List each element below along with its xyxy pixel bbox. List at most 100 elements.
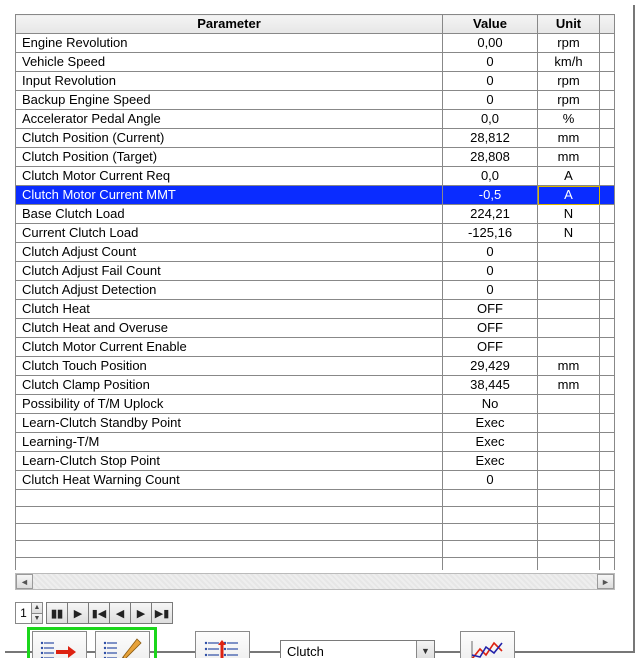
table-row[interactable]: Input Revolution0rpm (16, 72, 615, 91)
table-row[interactable]: Clutch Heat and OveruseOFF (16, 319, 615, 338)
data-table[interactable]: Parameter Value Unit Engine Revolution0,… (15, 14, 615, 570)
table-row[interactable]: Engine Revolution0,00rpm (16, 34, 615, 53)
table-row[interactable]: Vehicle Speed0km/h (16, 53, 615, 72)
table-row[interactable]: Clutch Motor Current MMT-0,5A (16, 186, 615, 205)
cell-unit (538, 395, 600, 414)
cell-value: 0 (443, 91, 538, 110)
col-parameter[interactable]: Parameter (16, 15, 443, 34)
graph-icon (468, 637, 508, 658)
table-row[interactable]: Clutch HeatOFF (16, 300, 615, 319)
scroll-right-button[interactable]: ► (597, 574, 614, 589)
table-row[interactable]: Clutch Clamp Position38,445mm (16, 376, 615, 395)
next-button[interactable]: ▶ (130, 602, 152, 624)
table-row[interactable]: Backup Engine Speed0rpm (16, 91, 615, 110)
chevron-down-icon[interactable]: ▼ (416, 641, 434, 658)
cell-parameter: Clutch Position (Current) (16, 129, 443, 148)
edit-list-button[interactable] (95, 631, 150, 658)
cell-value: 0 (443, 262, 538, 281)
cell-pad (600, 53, 615, 72)
table-header-row[interactable]: Parameter Value Unit (16, 15, 615, 34)
cell-unit (538, 524, 600, 541)
cell-unit: N (538, 224, 600, 243)
cell-value: 29,429 (443, 357, 538, 376)
table-row[interactable] (16, 558, 615, 571)
table-row[interactable] (16, 507, 615, 524)
table-row[interactable]: Clutch Touch Position29,429mm (16, 357, 615, 376)
cell-unit: rpm (538, 72, 600, 91)
cell-value: Exec (443, 414, 538, 433)
cell-value: OFF (443, 300, 538, 319)
cell-parameter: Learn-Clutch Standby Point (16, 414, 443, 433)
combo-value: Clutch (281, 644, 416, 658)
table-row[interactable]: Clutch Motor Current EnableOFF (16, 338, 615, 357)
table-row[interactable]: Learn-Clutch Standby PointExec (16, 414, 615, 433)
table-row[interactable]: Clutch Position (Target)28,808mm (16, 148, 615, 167)
cell-unit (538, 414, 600, 433)
table-row[interactable]: Clutch Adjust Detection0 (16, 281, 615, 300)
cell-pad (600, 300, 615, 319)
cell-parameter: Clutch Position (Target) (16, 148, 443, 167)
scroll-track[interactable] (33, 574, 597, 589)
cell-unit: rpm (538, 91, 600, 110)
reorder-list-button[interactable] (195, 631, 250, 658)
cell-value: 0 (443, 53, 538, 72)
cell-value (443, 558, 538, 571)
cell-value: No (443, 395, 538, 414)
frame-down-button[interactable]: ▼ (31, 614, 42, 624)
cell-unit: mm (538, 357, 600, 376)
cell-unit (538, 433, 600, 452)
cell-unit (538, 490, 600, 507)
table-row[interactable]: Possibility of T/M UplockNo (16, 395, 615, 414)
cell-parameter: Learn-Clutch Stop Point (16, 452, 443, 471)
scroll-left-button[interactable]: ◄ (16, 574, 33, 589)
table-row[interactable]: Clutch Adjust Fail Count0 (16, 262, 615, 281)
table-row[interactable] (16, 541, 615, 558)
table-row[interactable]: Clutch Adjust Count0 (16, 243, 615, 262)
cell-unit (538, 507, 600, 524)
cell-value: 28,812 (443, 129, 538, 148)
cell-pad (600, 319, 615, 338)
list-pencil-icon (103, 637, 143, 658)
table-row[interactable] (16, 524, 615, 541)
cell-value (443, 490, 538, 507)
prev-button[interactable]: ◀ (109, 602, 131, 624)
cell-value: Exec (443, 433, 538, 452)
horizontal-scrollbar[interactable]: ◄ ► (15, 573, 615, 590)
cell-value: 0 (443, 471, 538, 490)
cell-parameter: Clutch Clamp Position (16, 376, 443, 395)
table-row[interactable]: Accelerator Pedal Angle0,0% (16, 110, 615, 129)
table-row[interactable]: Learn-Clutch Stop PointExec (16, 452, 615, 471)
col-unit[interactable]: Unit (538, 15, 600, 34)
cell-pad (600, 471, 615, 490)
table-row[interactable]: Clutch Position (Current)28,812mm (16, 129, 615, 148)
play-button[interactable]: ▶ (67, 602, 89, 624)
new-list-button[interactable] (32, 631, 87, 658)
cell-pad (600, 414, 615, 433)
table-row[interactable]: Base Clutch Load224,21N (16, 205, 615, 224)
cell-value: 0 (443, 72, 538, 91)
cell-value: 224,21 (443, 205, 538, 224)
cell-value (443, 541, 538, 558)
col-value[interactable]: Value (443, 15, 538, 34)
table-row[interactable]: Clutch Heat Warning Count0 (16, 471, 615, 490)
first-button[interactable]: ▮◀ (88, 602, 110, 624)
cell-value (443, 524, 538, 541)
frame-up-button[interactable]: ▲ (31, 603, 42, 614)
category-combo[interactable]: Clutch ▼ (280, 640, 435, 658)
pause-button[interactable]: ▮▮ (46, 602, 68, 624)
frame-stepper[interactable]: 1 ▲ ▼ (15, 602, 43, 624)
cell-pad (600, 338, 615, 357)
table-row[interactable]: Learning-T/MExec (16, 433, 615, 452)
cell-pad (600, 110, 615, 129)
graph-button[interactable] (460, 631, 515, 658)
cell-parameter: Accelerator Pedal Angle (16, 110, 443, 129)
cell-pad (600, 186, 615, 205)
last-button[interactable]: ▶▮ (151, 602, 173, 624)
table-row[interactable]: Current Clutch Load-125,16N (16, 224, 615, 243)
table-row[interactable]: Clutch Motor Current Req0,0A (16, 167, 615, 186)
cell-parameter (16, 524, 443, 541)
cell-unit (538, 243, 600, 262)
cell-pad (600, 357, 615, 376)
table-row[interactable] (16, 490, 615, 507)
cell-pad (600, 281, 615, 300)
